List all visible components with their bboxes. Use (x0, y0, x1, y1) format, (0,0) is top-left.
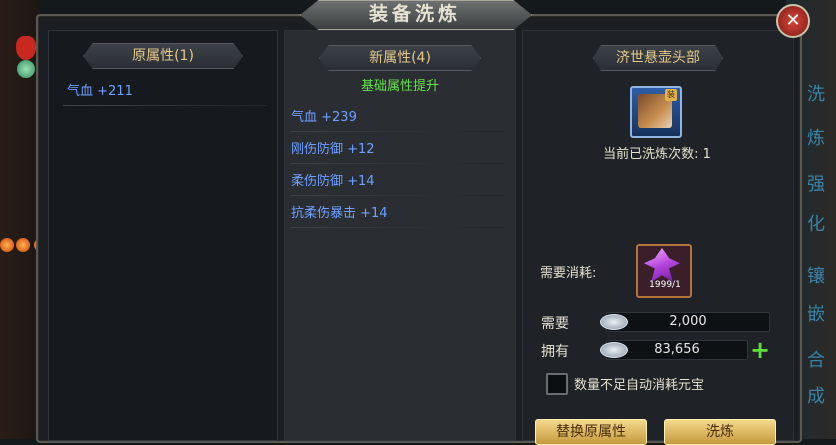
tab-strengthen-1[interactable]: 强 (796, 170, 836, 196)
new-stat-2: 刚伤防御 +12 (291, 142, 375, 157)
divider (291, 195, 505, 196)
replace-attributes-button[interactable]: 替换原属性 (535, 419, 647, 445)
tab-inlay-1[interactable]: 镶 (796, 262, 836, 288)
tab-refine-1[interactable]: 洗 (796, 80, 836, 106)
need-label: 需要 (541, 316, 569, 332)
silver-coin-icon (600, 342, 628, 358)
have-label: 拥有 (541, 344, 569, 360)
silver-coin-icon (600, 314, 628, 330)
tab-strengthen-2[interactable]: 化 (796, 210, 836, 236)
item-name-header: 济世悬壶头部 (593, 45, 723, 71)
tab-inlay-2[interactable]: 嵌 (796, 300, 836, 326)
base-attribute-increase-label: 基础属性提升 (360, 79, 439, 94)
new-stat-1: 气血 +239 (291, 110, 357, 125)
plus-icon[interactable]: + (750, 338, 770, 362)
original-attributes-header: 原属性(1) (83, 43, 243, 69)
new-stat-4: 抗柔伤暴击 +14 (291, 206, 388, 221)
divider (291, 227, 505, 228)
have-amount: 83,656 (654, 342, 700, 357)
divider (63, 105, 267, 106)
jade-pendant-icon (17, 60, 35, 78)
refine-button[interactable]: 洗炼 (664, 419, 776, 445)
tab-combine-2[interactable]: 成 (796, 382, 836, 408)
auto-consume-label: 数量不足自动消耗元宝 (574, 378, 705, 393)
original-attributes-panel: 原属性(1) 气血 +211 (48, 30, 278, 441)
divider (291, 131, 505, 132)
refine-count-label: 当前已洗炼次数: 1 (603, 147, 711, 162)
window-title: 装备洗炼 (368, 3, 461, 25)
chinese-knot-icon (16, 36, 36, 60)
cost-label: 需要消耗: (540, 266, 597, 281)
new-attributes-header: 新属性(4) (319, 45, 481, 71)
auto-consume-checkbox[interactable] (546, 373, 568, 395)
close-icon[interactable]: ✕ (776, 4, 810, 38)
emoji-face-icon (16, 238, 30, 252)
emoji-face-icon (0, 238, 14, 252)
tab-refine-2[interactable]: 炼 (796, 124, 836, 150)
equipment-badge: 装 (665, 89, 677, 101)
original-stat-1: 气血 +211 (67, 84, 133, 99)
divider (291, 163, 505, 164)
tab-combine-1[interactable]: 合 (796, 346, 836, 372)
need-amount: 2,000 (669, 314, 707, 329)
material-count: 1999/1 (649, 280, 681, 290)
new-stat-3: 柔伤防御 +14 (291, 174, 375, 189)
need-amount-bar: 2,000 (606, 312, 770, 332)
new-attributes-panel: 新属性(4) 基础属性提升 气血 +239 刚伤防御 +12 柔伤防御 +14 … (284, 30, 516, 441)
